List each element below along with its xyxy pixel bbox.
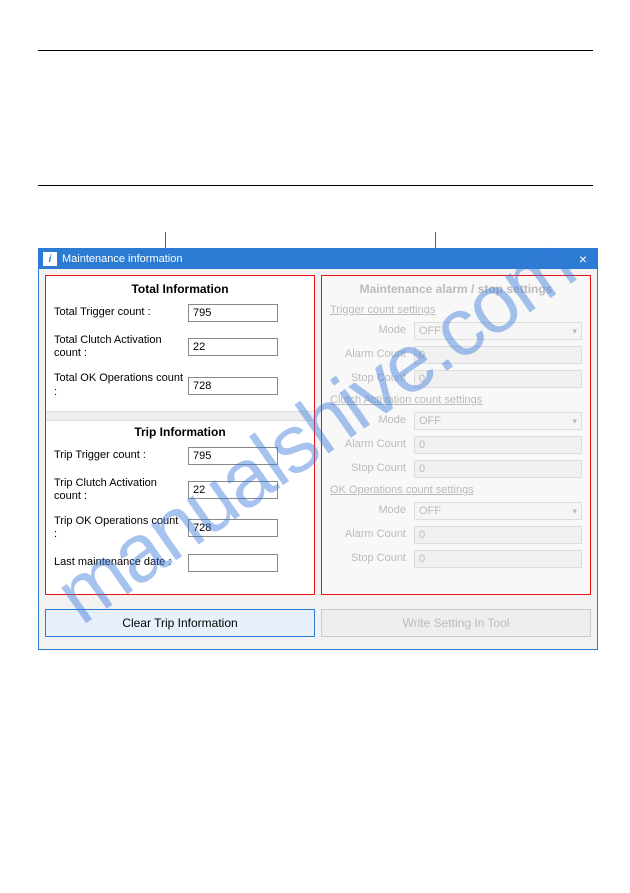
ok-mode-value: OFF <box>419 505 441 517</box>
last-maintenance-row: Last maintenance date : <box>54 554 306 572</box>
trigger-alarm-label: Alarm Count <box>330 348 410 361</box>
ok-alarm-label: Alarm Count <box>330 528 410 541</box>
alarm-heading: Maintenance alarm / stop settings <box>330 282 582 296</box>
trigger-mode-value: OFF <box>419 325 441 337</box>
button-row: Clear Trip Information Write Setting In … <box>39 601 597 649</box>
trip-info-heading: Trip Information <box>54 425 306 439</box>
trip-ok-row: Trip OK Operations count : 728 <box>54 515 306 541</box>
trigger-stop-input[interactable]: 0 <box>414 370 582 388</box>
info-icon: i <box>43 252 57 266</box>
trip-trigger-label: Trip Trigger count : <box>54 449 184 462</box>
ok-stop-label: Stop Count <box>330 552 410 565</box>
clutch-mode-select[interactable]: OFF ▾ <box>414 412 582 430</box>
trigger-alarm-input[interactable]: 0 <box>414 346 582 364</box>
clutch-mode-row: Mode OFF ▾ <box>330 412 582 430</box>
trip-trigger-row: Trip Trigger count : 795 <box>54 447 306 465</box>
total-clutch-row: Total Clutch Activation count : 22 <box>54 334 306 360</box>
clutch-alarm-row: Alarm Count 0 <box>330 436 582 454</box>
trigger-stop-row: Stop Count 0 <box>330 370 582 388</box>
trip-ok-label: Trip OK Operations count : <box>54 515 184 541</box>
divider-top <box>38 50 593 51</box>
marker-left <box>165 232 166 248</box>
trigger-stop-label: Stop Count <box>330 372 410 385</box>
information-panel: Total Information Total Trigger count : … <box>45 275 315 595</box>
panel-divider <box>46 411 314 421</box>
total-trigger-input[interactable]: 795 <box>188 304 278 322</box>
trip-clutch-label: Trip Clutch Activation count : <box>54 477 184 503</box>
trip-clutch-row: Trip Clutch Activation count : 22 <box>54 477 306 503</box>
dialog-body: Total Information Total Trigger count : … <box>39 269 597 601</box>
trip-trigger-input[interactable]: 795 <box>188 447 278 465</box>
trigger-mode-select[interactable]: OFF ▾ <box>414 322 582 340</box>
chevron-down-icon: ▾ <box>572 506 577 517</box>
clutch-mode-label: Mode <box>330 414 410 427</box>
marker-right <box>435 232 436 248</box>
write-setting-button: Write Setting In Tool <box>321 609 591 637</box>
clutch-settings-heading: Clutch Activation count settings <box>330 394 582 406</box>
clutch-alarm-label: Alarm Count <box>330 438 410 451</box>
clutch-alarm-input[interactable]: 0 <box>414 436 582 454</box>
clutch-mode-value: OFF <box>419 415 441 427</box>
ok-alarm-input[interactable]: 0 <box>414 526 582 544</box>
maintenance-window: i Maintenance information × Total Inform… <box>38 248 598 650</box>
trigger-settings-heading: Trigger count settings <box>330 304 582 316</box>
total-clutch-label: Total Clutch Activation count : <box>54 334 184 360</box>
ok-stop-row: Stop Count 0 <box>330 550 582 568</box>
chevron-down-icon: ▾ <box>572 416 577 427</box>
trip-ok-input[interactable]: 728 <box>188 519 278 537</box>
ok-mode-row: Mode OFF ▾ <box>330 502 582 520</box>
total-info-heading: Total Information <box>54 282 306 296</box>
total-ok-input[interactable]: 728 <box>188 377 278 395</box>
divider-mid <box>38 185 593 186</box>
ok-mode-label: Mode <box>330 504 410 517</box>
ok-alarm-row: Alarm Count 0 <box>330 526 582 544</box>
window-title: Maintenance information <box>62 253 573 265</box>
trigger-mode-label: Mode <box>330 324 410 337</box>
trigger-mode-row: Mode OFF ▾ <box>330 322 582 340</box>
last-maintenance-label: Last maintenance date : <box>54 556 184 569</box>
total-ok-row: Total OK Operations count : 728 <box>54 372 306 398</box>
clutch-stop-row: Stop Count 0 <box>330 460 582 478</box>
total-trigger-label: Total Trigger count : <box>54 306 184 319</box>
trigger-alarm-row: Alarm Count 0 <box>330 346 582 364</box>
ok-mode-select[interactable]: OFF ▾ <box>414 502 582 520</box>
clutch-stop-input[interactable]: 0 <box>414 460 582 478</box>
total-trigger-row: Total Trigger count : 795 <box>54 304 306 322</box>
clear-trip-button[interactable]: Clear Trip Information <box>45 609 315 637</box>
chevron-down-icon: ▾ <box>572 326 577 337</box>
last-maintenance-input[interactable] <box>188 554 278 572</box>
ok-stop-input[interactable]: 0 <box>414 550 582 568</box>
close-icon[interactable]: × <box>573 251 593 267</box>
titlebar: i Maintenance information × <box>39 249 597 269</box>
total-clutch-input[interactable]: 22 <box>188 338 278 356</box>
total-ok-label: Total OK Operations count : <box>54 372 184 398</box>
ok-settings-heading: OK Operations count settings <box>330 484 582 496</box>
alarm-settings-panel: Maintenance alarm / stop settings Trigge… <box>321 275 591 595</box>
trip-clutch-input[interactable]: 22 <box>188 481 278 499</box>
clutch-stop-label: Stop Count <box>330 462 410 475</box>
